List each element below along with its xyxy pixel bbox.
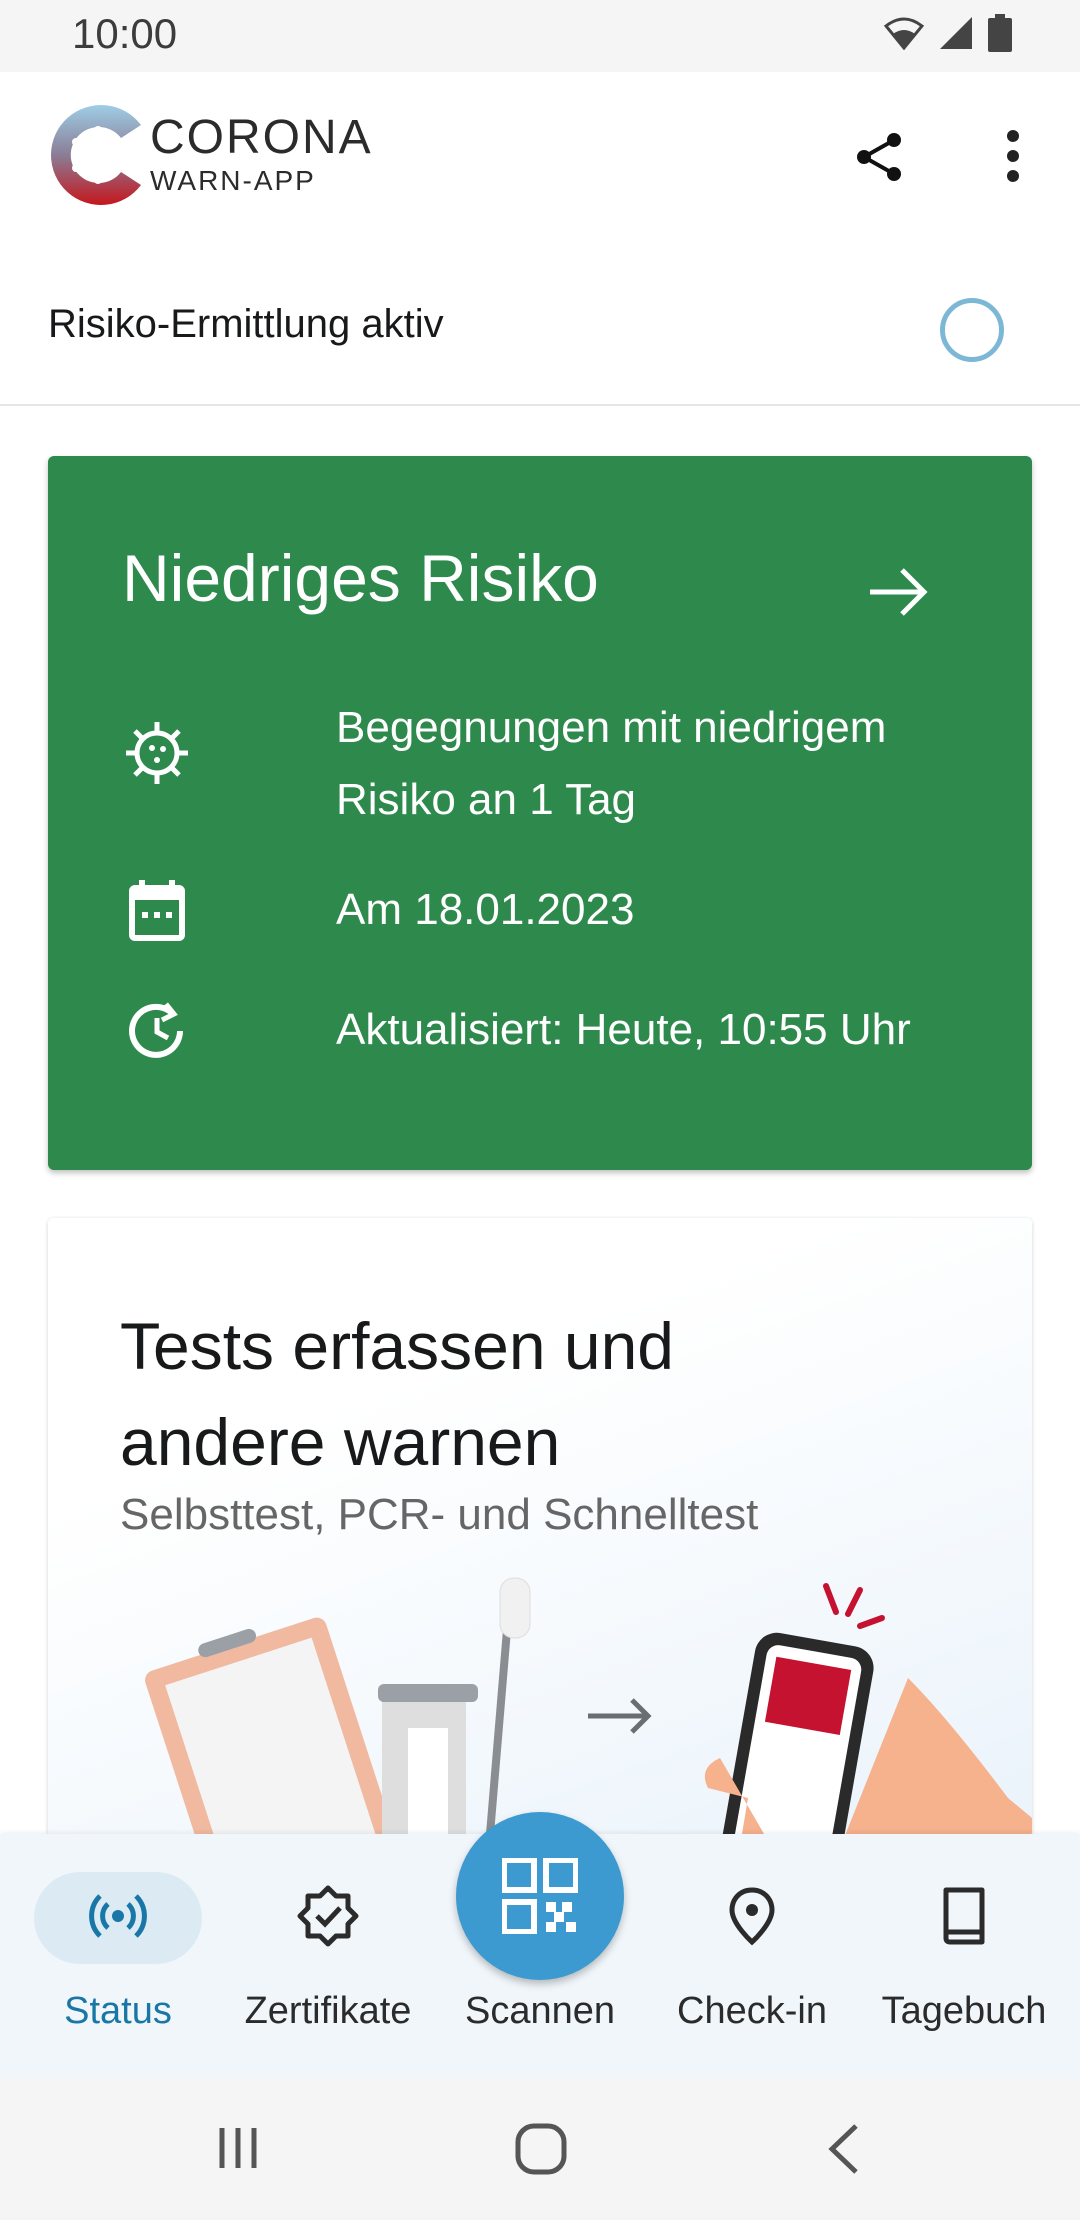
nav-check-in-label: Check-in — [677, 1990, 827, 2032]
status-time: 10:00 — [72, 10, 178, 57]
scan-button[interactable] — [456, 1812, 624, 1980]
risk-date-text: Am 18.01.2023 — [336, 885, 635, 934]
risk-date-row: Am 18.01.2023 — [122, 874, 982, 946]
tests-card[interactable]: Tests erfassen und andere warnen Selbstt… — [48, 1218, 1032, 1838]
book-icon — [943, 1887, 985, 1945]
back-icon[interactable] — [824, 2122, 864, 2176]
status-icons — [884, 14, 1012, 52]
risk-card[interactable]: Niedriges Risiko Begegnungen mit niedrig… — [48, 456, 1032, 1170]
tracing-progress-ring-icon — [940, 298, 1004, 362]
tests-title: Tests erfassen und andere warnen — [120, 1309, 674, 1479]
risk-tracing-status[interactable]: Risiko-Ermittlung aktiv — [0, 240, 1080, 406]
nav-zertifikate-label: Zertifikate — [244, 1990, 412, 2032]
risk-updated-row: Aktualisiert: Heute, 10:55 Uhr — [122, 994, 982, 1066]
clipboard-illustration — [145, 1617, 401, 1838]
nav-tagebuch-label: Tagebuch — [881, 1990, 1047, 2032]
logo-line2: WARN-APP — [150, 165, 316, 196]
location-pin-icon — [729, 1887, 775, 1946]
app-bar: CORONA WARN-APP — [0, 72, 1080, 240]
risk-encounters-row: Begegnungen mit niedrigem Risiko an 1 Ta… — [122, 692, 982, 836]
tests-subtitle: Selbsttest, PCR- und Schnelltest — [120, 1490, 759, 1539]
system-navigation-bar — [0, 2078, 1080, 2220]
test-illustration — [145, 1577, 1032, 1838]
logo-text: CORONA WARN-APP — [150, 112, 373, 198]
corona-warn-app-logo — [51, 104, 141, 205]
nav-check-in[interactable]: Check-in — [646, 1834, 858, 2078]
nav-zertifikate[interactable]: Zertifikate — [222, 1834, 434, 2078]
arrow-right-icon — [870, 568, 928, 616]
clock-refresh-icon — [129, 1002, 183, 1058]
broadcast-icon — [89, 1894, 147, 1938]
more-options-icon[interactable] — [990, 128, 1036, 184]
risk-encounters-text: Begegnungen mit niedrigem Risiko an 1 Ta… — [336, 703, 887, 824]
status-bar: 10:00 — [0, 0, 1080, 72]
qr-code-icon — [502, 1858, 578, 1934]
signal-icon — [940, 17, 972, 49]
logo-line1: CORONA — [150, 111, 373, 164]
share-icon[interactable] — [852, 130, 906, 184]
tracing-label: Risiko-Ermittlung aktiv — [48, 302, 444, 346]
calendar-icon — [129, 880, 185, 941]
nav-tagebuch[interactable]: Tagebuch — [858, 1834, 1070, 2078]
nav-scannen-label: Scannen — [464, 1990, 615, 2032]
wifi-icon — [884, 17, 924, 50]
risk-updated-text: Aktualisiert: Heute, 10:55 Uhr — [336, 1005, 911, 1054]
certificate-badge-icon — [297, 1885, 359, 1947]
home-icon[interactable] — [514, 2122, 568, 2176]
recent-apps-icon[interactable] — [214, 2124, 262, 2172]
nav-status[interactable]: Status — [0, 1834, 236, 2078]
battery-icon — [988, 14, 1012, 52]
virus-icon — [126, 722, 188, 784]
nav-status-label: Status — [64, 1990, 172, 2032]
risk-title: Niedriges Risiko — [122, 541, 599, 615]
